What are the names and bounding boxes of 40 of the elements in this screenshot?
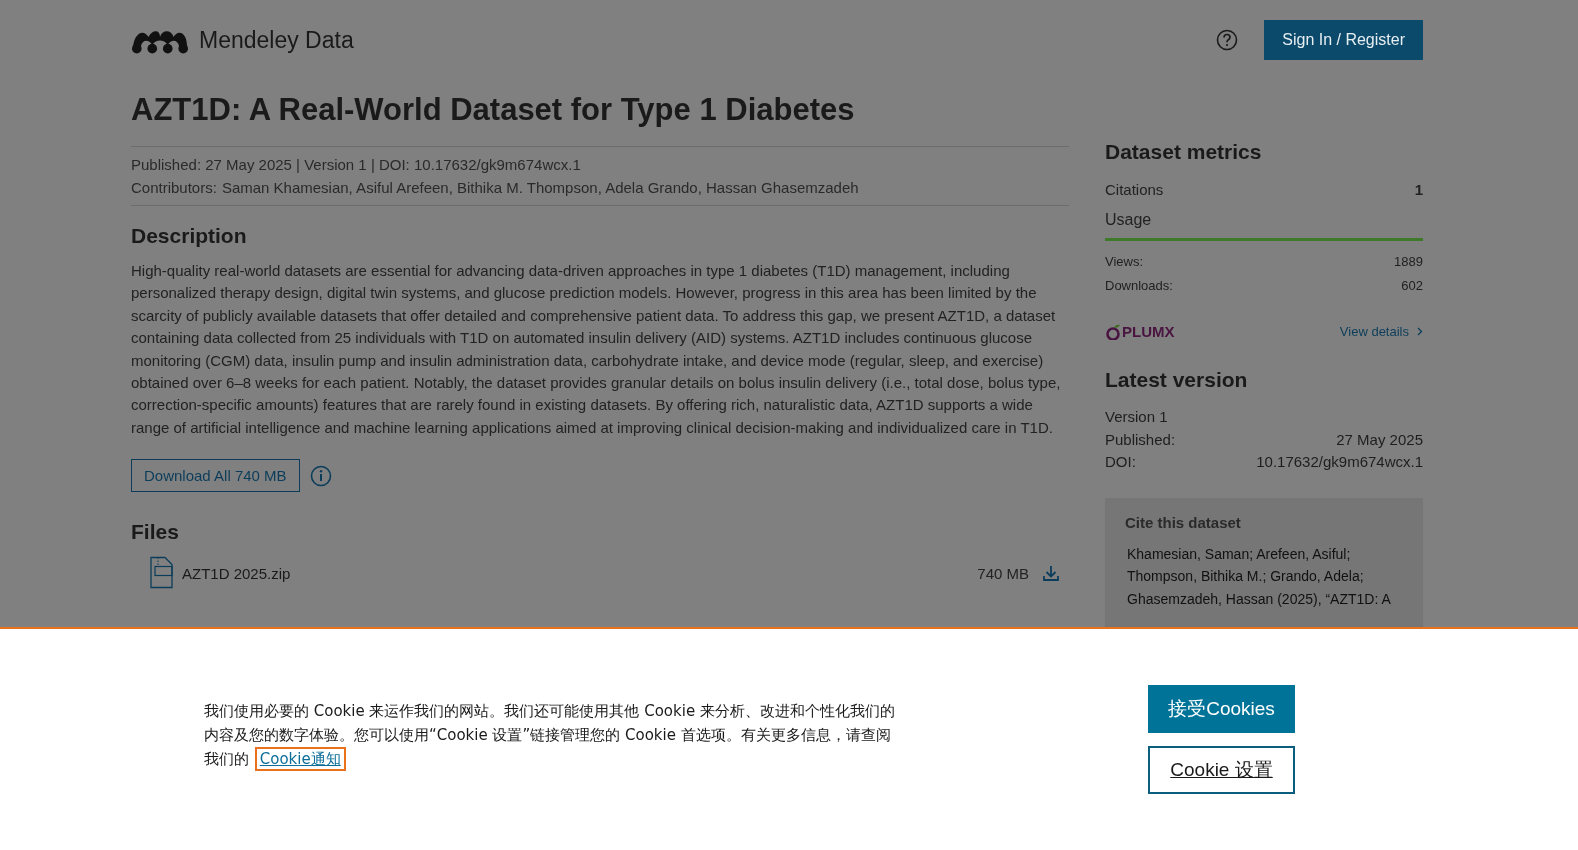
download-all-button[interactable]: Download All 740 MB [131,459,300,493]
view-details-link[interactable]: View details [1339,324,1423,339]
usage-heading: Usage [1105,200,1423,241]
section-heading: Description [131,224,248,248]
section-heading: Files [131,520,180,545]
field-label: Published: [1105,429,1176,450]
file-size: 740 MB [977,564,1029,582]
metric-label: Views: [1105,253,1144,269]
field-value: 10.17632/gk9m674wcx.1 [1256,452,1423,472]
contributors-label: Contributors: [131,178,217,198]
file-name[interactable]: AZT1D 2025.zip [182,564,972,582]
brand-name: Mendeley Data [199,26,354,54]
metric-value: 602 [1401,277,1423,293]
section-heading: Latest version [1105,368,1249,392]
accept-cookies-button[interactable]: 接受Cookies [1148,685,1295,733]
plumx-wordmark: PLUMX [1122,323,1175,340]
field-value: 27 May 2025 [1336,429,1423,450]
dataset-title: AZT1D: A Real-World Dataset for Type 1 Diabetes [131,92,856,128]
zip-file-icon [148,556,176,591]
field-label: DOI: [1105,452,1136,472]
metric-value: 1 [1414,180,1423,198]
section-heading: Dataset metrics [1105,140,1263,164]
chevron-right-icon [1417,327,1423,336]
publication-info: Published: 27 May 2025 | Version 1 | DOI: 10.17632/gk9m674wcx.1 [131,155,582,175]
cookie-notice-link[interactable]: Cookie通知 [257,749,343,768]
plum-icon [1105,323,1121,340]
metric-label: Downloads: [1105,277,1173,293]
sign-in-button[interactable]: Sign In / Register [1264,20,1423,60]
description-text: High-quality real-world datasets are essential for advancing data-driven approaches in type 1 diabetes (T1D) management, including personalized therapy design, digital twin systems, and glucose prediction models. However, progress in this area has been limited by the scarcity of publicly available datasets that offer detailed and comprehensive patient data. To address this gap, we present AZT1D, a dataset containing data collected from 25 individuals with T1D on automated insulin delivery (AID) systems. AZT1D includes continuous glucose monitoring (CGM) data, insulin pump and insulin administration data, carbohydrate intake, and device mode (regular, sleep, and exercise) obtained over 6–8 weeks for each patient. Notably, the dataset provides granular details on bolus insulin delivery (i.e., total dose, bolus type, correction-specific amounts) features that are rarely found in existing datasets. By offering rich, naturalistic data, AZT1D supports a wide range of artificial intelligence and machine learning applications aimed at improving clinical decision-making and individualized care in T1D. [131,261,1062,438]
cookie-settings-button[interactable]: Cookie 设置 [1148,746,1295,794]
contributors-list: Saman Khamesian, Asiful Arefeen, Bithika M. Thompson, Adela Grando, Hassan Ghasemzadeh [221,176,859,199]
metric-label: Citations [1105,180,1164,198]
metric-value: 1889 [1394,253,1423,269]
version-label: Version 1 [1105,407,1169,427]
info-icon [309,464,332,487]
download-icon[interactable] [1043,565,1059,582]
help-icon [1216,29,1239,51]
cookie-notice-text: 我们使用必要的 Cookie 来运作我们的网站。我们还可能使用其他 Cookie 来分析、改进和个性化我们的内容及您的数字体验。您可以使用“Cookie 设置”链接管理您的 Cookie 首选项。有关更多信息，请查阅我们的 Cookie通知 [204,698,904,771]
citation-text: Khamesian, Saman; Arefeen, Asiful; Thompson, Bithika M.; Grando, Adela; Ghasemzadeh, Hassan (2025), “AZT1D: A [1126,544,1392,609]
citation-heading: Cite this dataset [1125,513,1242,531]
